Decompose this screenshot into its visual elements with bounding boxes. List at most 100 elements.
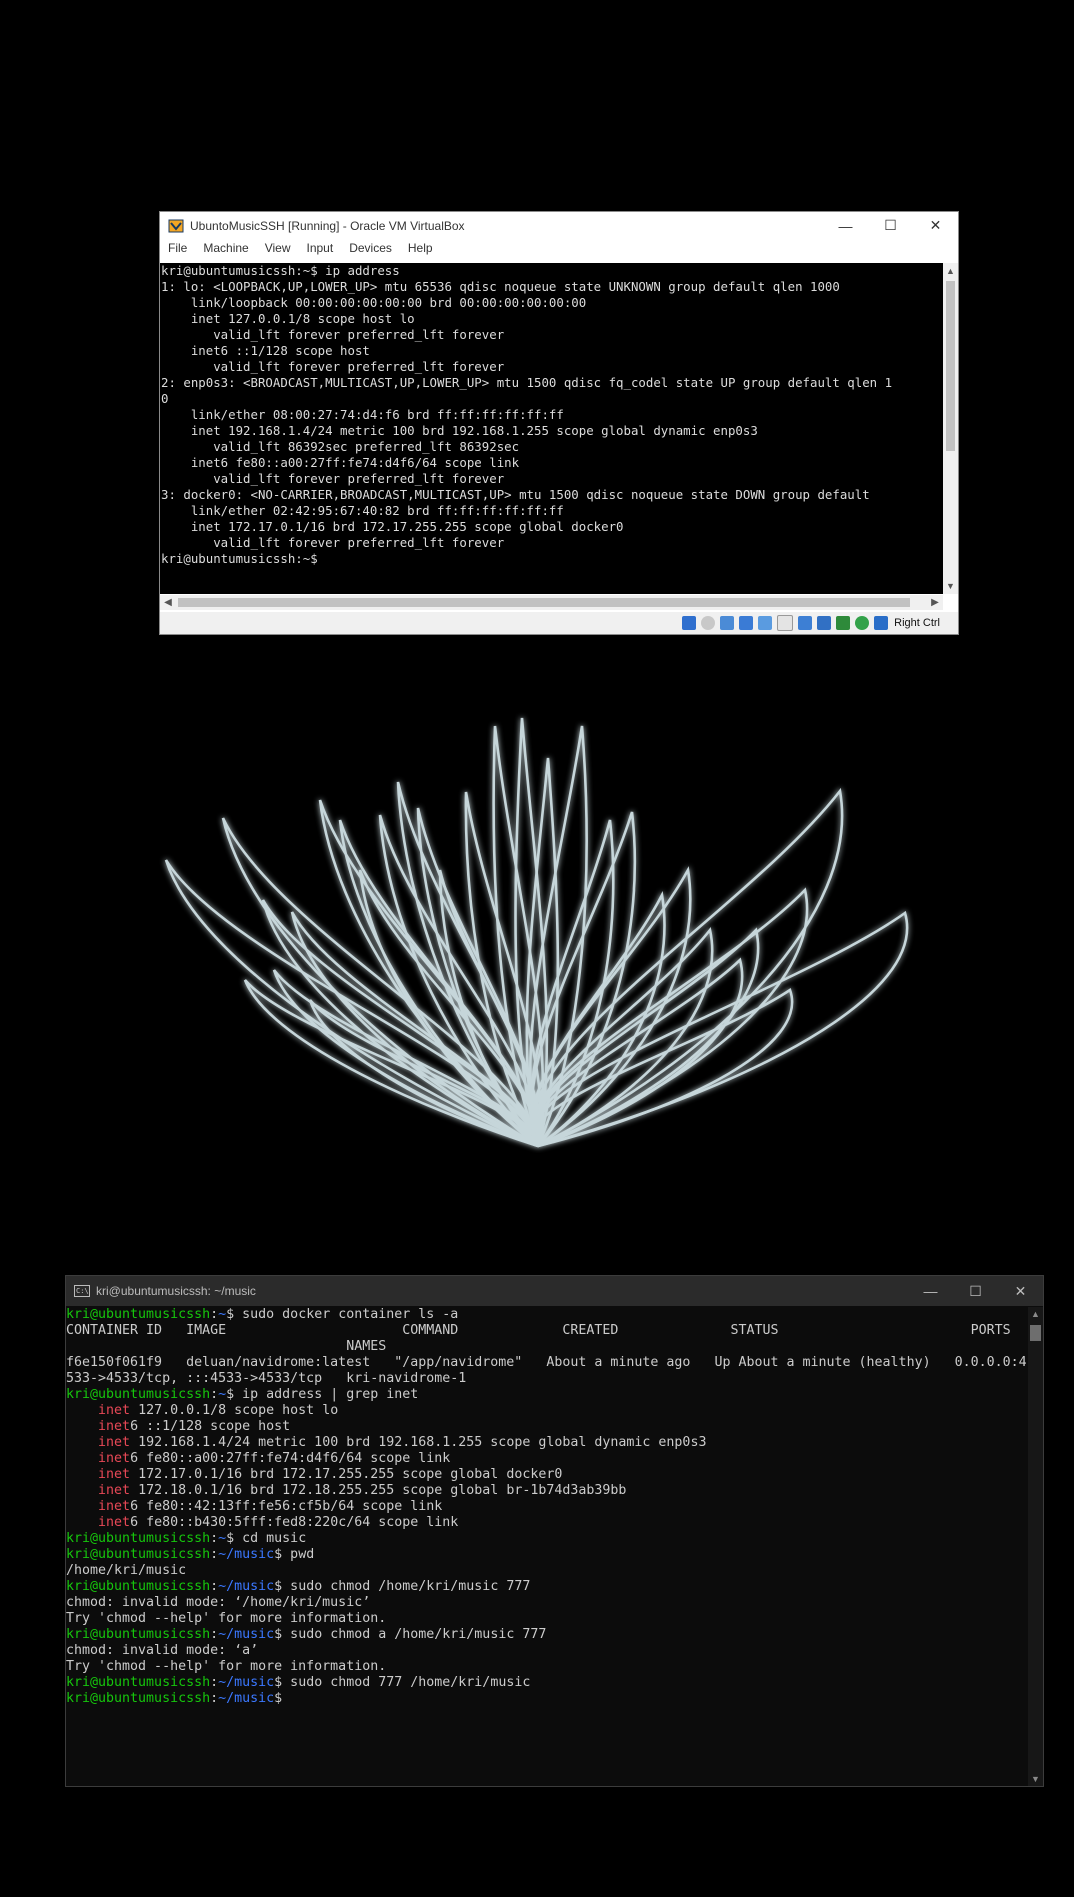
output-text: CONTAINER ID IMAGE COMMAND CREATED STATU…: [66, 1323, 1011, 1338]
prompt-user: kri@ubuntumusicssh: [66, 1579, 211, 1594]
menu-help[interactable]: Help: [408, 241, 433, 255]
terminal-line: chmod: invalid mode: ‘/home/kri/music’: [66, 1595, 1026, 1611]
virtualbox-icon: [168, 219, 184, 232]
prompt-user: kri@ubuntumusicssh: [66, 1675, 211, 1690]
menu-bar: File Machine View Input Devices Help: [160, 239, 958, 256]
console-line: 0: [161, 391, 169, 406]
minimize-button[interactable]: —: [908, 1276, 953, 1306]
maximize-button[interactable]: ☐: [953, 1276, 998, 1306]
output-text: 6 fe80::42:13ff:fe56:cf5b/64 scope link: [130, 1499, 443, 1514]
status-bar: Right Ctrl: [160, 612, 958, 634]
terminal-line: inet 172.18.0.1/16 brd 172.18.255.255 sc…: [66, 1483, 1026, 1499]
console-line: valid_lft forever preferred_lft forever: [161, 359, 505, 374]
output-text: 6 ::1/128 scope host: [130, 1419, 291, 1434]
vertical-scrollbar[interactable]: ▲ ▼: [1028, 1307, 1043, 1786]
output-text: Try 'chmod --help' for more information.: [66, 1659, 387, 1674]
menu-file[interactable]: File: [168, 241, 187, 255]
mouse-integration-icon[interactable]: [855, 616, 870, 630]
window-title: UbuntoMusicSSH [Running] - Oracle VM Vir…: [190, 218, 465, 233]
console-line: valid_lft forever preferred_lft forever: [161, 535, 505, 550]
console-line: inet 192.168.1.4/24 metric 100 brd 192.1…: [161, 423, 758, 438]
shared-folders-icon[interactable]: [777, 615, 794, 631]
prompt-path: ~: [218, 1531, 227, 1546]
close-button[interactable]: ✕: [913, 212, 958, 239]
minimize-button[interactable]: —: [823, 212, 868, 239]
output-text: 127.0.0.1/8 scope host lo: [130, 1403, 339, 1418]
terminal-titlebar[interactable]: C:\ kri@ubuntumusicssh: ~/music — ☐ ✕: [66, 1276, 1043, 1306]
prompt-user: kri@ubuntumusicssh: [66, 1627, 211, 1642]
grep-match: inet: [98, 1419, 131, 1434]
prompt-path: ~/music: [218, 1547, 275, 1562]
menu-devices[interactable]: Devices: [349, 241, 392, 255]
close-button[interactable]: ✕: [998, 1276, 1043, 1306]
scroll-down-icon[interactable]: ▼: [1028, 1772, 1043, 1786]
terminal-line: kri@ubuntumusicssh:~$ cd music: [66, 1531, 1026, 1547]
prompt-path: ~/music: [218, 1627, 275, 1642]
console-line: inet6 fe80::a00:27ff:fe74:d4f6/64 scope …: [161, 455, 520, 470]
output-text: $ sudo docker container ls -a: [226, 1307, 459, 1322]
optical-drive-icon[interactable]: [701, 616, 716, 630]
virtualbox-titlebar[interactable]: UbuntoMusicSSH [Running] - Oracle VM Vir…: [160, 212, 958, 239]
horizontal-scrollbar[interactable]: ◀ ▶: [160, 595, 943, 610]
prompt-path: ~/music: [218, 1579, 275, 1594]
grep-match: inet: [98, 1403, 131, 1418]
terminal-line: kri@ubuntumusicssh:~/music$ sudo chmod a…: [66, 1627, 1026, 1643]
console-line: 3: docker0: <NO-CARRIER,BROADCAST,MULTIC…: [161, 487, 870, 502]
scroll-up-icon[interactable]: ▲: [943, 263, 958, 279]
network-icon[interactable]: [739, 616, 754, 630]
prompt-user: kri@ubuntumusicssh: [66, 1387, 211, 1402]
grep-match: inet: [98, 1515, 131, 1530]
console-line: link/loopback 00:00:00:00:00:00 brd 00:0…: [161, 295, 587, 310]
recording-icon[interactable]: [817, 616, 832, 630]
maximize-icon: ☐: [884, 217, 897, 233]
terminal-line: 533->4533/tcp, :::4533->4533/tcp kri-nav…: [66, 1371, 1026, 1387]
menu-view[interactable]: View: [265, 241, 291, 255]
console-line: inet6 ::1/128 scope host: [161, 343, 370, 358]
scroll-right-icon[interactable]: ▶: [927, 595, 943, 610]
scroll-thumb-horizontal[interactable]: [178, 598, 910, 607]
menu-machine[interactable]: Machine: [203, 241, 248, 255]
menu-input[interactable]: Input: [307, 241, 334, 255]
maximize-button[interactable]: ☐: [868, 212, 913, 239]
scroll-left-icon[interactable]: ◀: [160, 595, 176, 610]
console-line: 1: lo: <LOOPBACK,UP,LOWER_UP> mtu 65536 …: [161, 279, 840, 294]
keyboard-icon[interactable]: [874, 616, 889, 630]
display-icon[interactable]: [798, 616, 813, 630]
output-text: chmod: invalid mode: ‘a’: [66, 1643, 259, 1658]
vertical-scrollbar[interactable]: ▲ ▼: [943, 263, 958, 594]
output-text: $ sudo chmod a /home/kri/music 777: [274, 1627, 547, 1642]
terminal-line: inet 127.0.0.1/8 scope host lo: [66, 1403, 1026, 1419]
cpu-icon[interactable]: [836, 616, 851, 630]
output-text: $ sudo chmod /home/kri/music 777: [274, 1579, 531, 1594]
console-line: link/ether 02:42:95:67:40:82 brd ff:ff:f…: [161, 503, 564, 518]
console-line: kri@ubuntumusicssh:~$: [161, 551, 318, 566]
terminal-output[interactable]: kri@ubuntumusicssh: ~ $ sudo docker contai…: [66, 1307, 1026, 1787]
output-text: :: [210, 1627, 219, 1642]
terminal-line: inet 172.17.0.1/16 brd 172.17.255.255 sc…: [66, 1467, 1026, 1483]
grep-match: inet: [98, 1435, 131, 1450]
terminal-line: kri@ubuntumusicssh:~/music$: [66, 1691, 1026, 1707]
output-text: 533->4533/tcp, :::4533->4533/tcp kri-nav…: [66, 1371, 467, 1386]
scroll-up-icon[interactable]: ▲: [1028, 1307, 1043, 1321]
terminal-line: inet6 fe80::b430:5fff:fed8:220c/64 scope…: [66, 1515, 1026, 1531]
console-line: 2: enp0s3: <BROADCAST,MULTICAST,UP,LOWER…: [161, 375, 893, 390]
output-text: Try 'chmod --help' for more information.: [66, 1611, 387, 1626]
scroll-thumb[interactable]: [1030, 1325, 1041, 1341]
minimize-icon: —: [838, 217, 853, 234]
output-text: 6 fe80::a00:27ff:fe74:d4f6/64 scope link: [130, 1451, 451, 1466]
maximize-icon: ☐: [969, 1282, 982, 1299]
vm-console[interactable]: kri@ubuntumusicssh:~$ ip address 1: lo: <…: [160, 263, 943, 594]
usb-icon[interactable]: [758, 616, 773, 630]
scroll-down-icon[interactable]: ▼: [943, 578, 958, 594]
hard-disk-icon[interactable]: [682, 616, 697, 630]
terminal-line: Try 'chmod --help' for more information.: [66, 1659, 1026, 1675]
grep-match: inet: [98, 1499, 131, 1514]
console-line: link/ether 08:00:27:74:d4:f6 brd ff:ff:f…: [161, 407, 564, 422]
console-line: valid_lft forever preferred_lft forever: [161, 471, 505, 486]
scroll-thumb[interactable]: [946, 281, 955, 451]
audio-icon[interactable]: [720, 616, 735, 630]
